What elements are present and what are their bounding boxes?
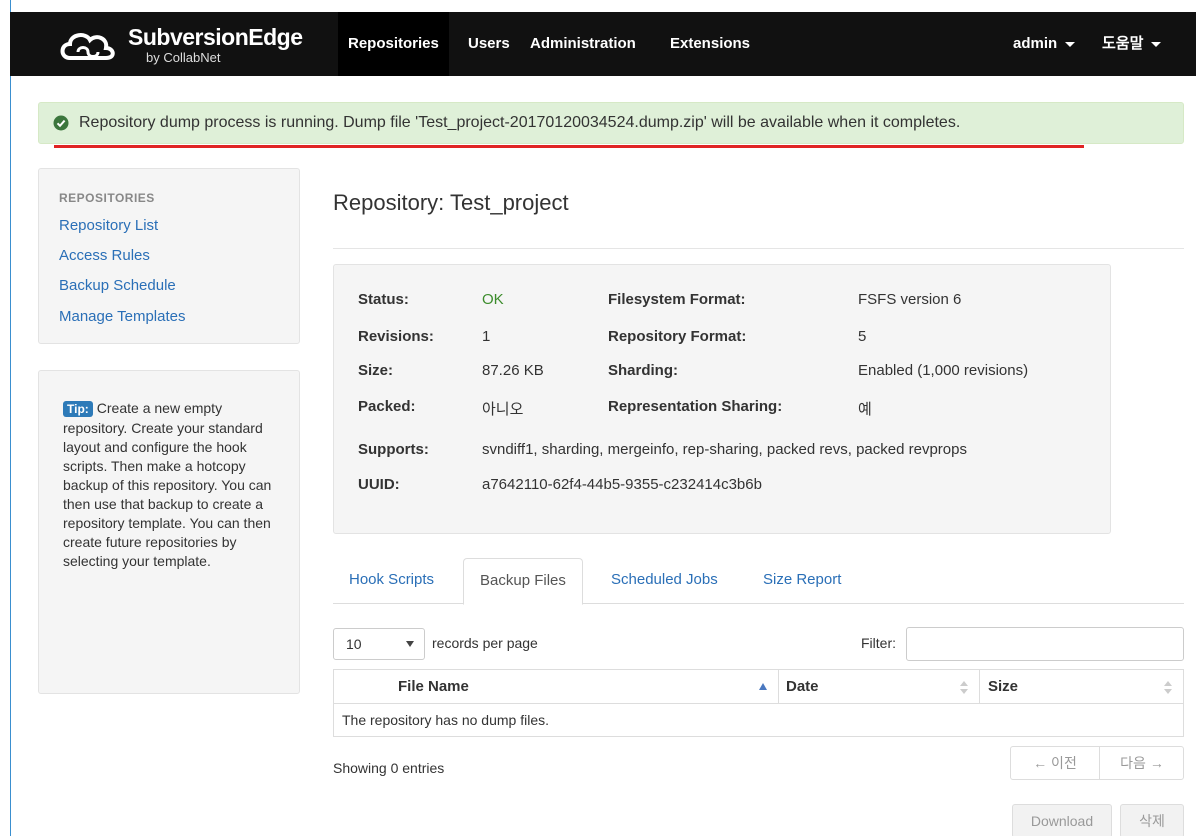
status-label: Status: [358,291,409,308]
tab-backup-files[interactable]: Backup Files [463,558,583,605]
repository-info-panel: Status: OK Revisions: 1 Size: 87.26 KB P… [333,264,1111,534]
sidebar-item-repository-list[interactable]: Repository List [59,217,158,234]
chevron-down-icon [1065,41,1076,47]
chevron-down-icon [1151,41,1162,47]
sort-icon [960,681,968,695]
representation-sharing-label: Representation Sharing: [608,398,783,415]
logo-name: SubversionEdge [128,24,303,50]
status-value: OK [482,291,504,308]
tip-panel: Tip: Create a new empty repository. Creat… [38,370,300,694]
column-divider [979,670,980,704]
supports-value: svndiff1, sharding, mergeinfo, rep-shari… [482,441,967,458]
sidebar-item-access-rules[interactable]: Access Rules [59,247,150,264]
representation-sharing-value: 예 [858,401,872,418]
showing-entries-text: Showing 0 entries [333,760,445,776]
dropdown-arrow-icon [406,641,414,647]
column-divider [778,670,779,704]
uuid-value: a7642110-62f4-44b5-9355-c232414c3b6b [482,476,762,493]
cloud-logo-icon [60,33,115,60]
user-menu-label: admin [1013,35,1058,52]
nav-extensions[interactable]: Extensions [660,12,760,76]
nav-users[interactable]: Users [458,12,520,76]
sharding-label: Sharding: [608,362,678,379]
records-per-page-label: records per page [432,635,538,651]
logo[interactable]: SubversionEdge by CollabNet [56,24,316,68]
column-header-size[interactable]: Size [988,670,1018,704]
pagination: ← 이전 다음 → [1010,746,1184,780]
repository-format-value: 5 [858,328,867,345]
logo-subtitle: by CollabNet [146,50,221,65]
packed-label: Packed: [358,398,416,415]
tab-scheduled-jobs[interactable]: Scheduled Jobs [595,558,734,604]
packed-value: 아니오 [482,401,524,418]
revisions-value: 1 [482,328,491,345]
column-header-file-name[interactable]: File Name [398,670,469,704]
records-per-page-select[interactable]: 10 [333,628,425,660]
alert-message: Repository dump process is running. Dump… [79,114,961,131]
tip-text: Create a new empty repository. Create yo… [63,400,272,569]
sidebar-heading: REPOSITORIES [59,191,155,205]
filesystem-format-label: Filesystem Format: [608,291,746,308]
column-header-date[interactable]: Date [786,670,819,704]
records-per-page-value: 10 [346,636,362,652]
sidebar-item-backup-schedule[interactable]: Backup Schedule [59,277,176,294]
pager-next-button[interactable]: 다음 → [1100,747,1184,779]
top-navbar: SubversionEdge by CollabNet Repositories… [10,12,1196,76]
size-value: 87.26 KB [482,362,544,379]
pager-previous-button[interactable]: ← 이전 [1011,747,1099,779]
uuid-label: UUID: [358,476,400,493]
filter-input[interactable] [906,627,1184,661]
revisions-label: Revisions: [358,328,434,345]
tip-text-block: Tip: Create a new empty repository. Creat… [63,399,285,571]
download-button[interactable]: Download [1012,804,1112,836]
backup-files-table: File Name Date Size The repository has n… [333,669,1184,737]
sidebar-nav: REPOSITORIES Repository List Access Rule… [38,168,300,344]
sort-icon [1164,681,1172,695]
tab-hook-scripts[interactable]: Hook Scripts [333,558,450,604]
repository-format-label: Repository Format: [608,328,747,345]
nav-repositories[interactable]: Repositories [338,12,449,76]
size-label: Size: [358,362,394,379]
user-menu[interactable]: admin [1013,12,1076,76]
repository-tabs: Hook Scripts Backup Files Scheduled Jobs… [333,558,1184,605]
tip-badge: Tip: [63,401,93,417]
filesystem-format-value: FSFS version 6 [858,291,962,308]
divider [333,248,1184,249]
success-alert: Repository dump process is running. Dump… [38,102,1184,144]
red-underline-annotation [54,145,1084,148]
nav-administration[interactable]: Administration [520,12,646,76]
check-circle-icon [53,115,69,131]
delete-button[interactable]: 삭제 [1120,804,1184,836]
empty-table-message: The repository has no dump files. [342,712,549,728]
sharding-value: Enabled (1,000 revisions) [858,362,1029,379]
help-menu-label: 도움말 [1102,35,1144,52]
page-left-border [10,0,11,836]
supports-label: Supports: [358,441,429,458]
page-title: Repository: Test_project [333,190,569,215]
tab-size-report[interactable]: Size Report [747,558,857,604]
sidebar-item-manage-templates[interactable]: Manage Templates [59,308,185,325]
sort-ascending-icon [759,683,767,690]
help-menu[interactable]: 도움말 [1102,12,1162,76]
filter-label: Filter: [861,635,896,651]
